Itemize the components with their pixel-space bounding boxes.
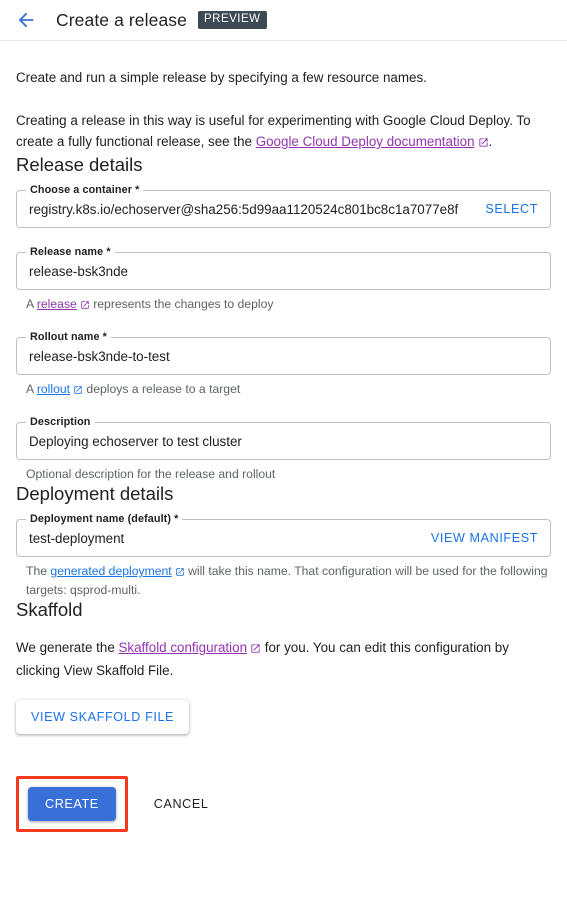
google-cloud-deploy-documentation-link[interactable]: Google Cloud Deploy documentation [256,134,475,149]
generated-deployment-link[interactable]: generated deployment [50,564,171,578]
open-in-new-icon [250,639,261,660]
arrow-back-icon[interactable] [14,8,38,32]
deployment-name-helper: The generated deployment will take this … [16,563,551,599]
view-manifest-button[interactable]: VIEW MANIFEST [431,531,538,545]
page-title: Create a release [56,9,187,30]
create-button-highlight: CREATE [16,776,128,832]
page-header: Create a release PREVIEW [0,0,567,41]
view-skaffold-file-button[interactable]: VIEW SKAFFOLD FILE [16,700,190,734]
release-doc-link[interactable]: release [37,297,77,311]
description-field-label: Description [26,416,95,428]
container-field[interactable]: Choose a container * registry.k8s.io/ech… [16,184,551,228]
open-in-new-icon [175,565,185,582]
intro-line-1: Create and run a simple release by speci… [16,70,427,85]
page-content: Create and run a simple release by speci… [0,67,567,832]
select-container-button[interactable]: SELECT [485,202,538,216]
skaffold-description: We generate the Skaffold configuration f… [16,637,551,681]
open-in-new-icon [80,298,90,315]
form-actions: CREATE CANCEL [16,776,551,832]
rollout-name-helper-suffix: deploys a release to a target [83,382,241,396]
preview-badge: PREVIEW [197,10,267,30]
description-field[interactable]: Description Deploying echoserver to test… [16,416,551,460]
container-field-label: Choose a container * [26,184,144,196]
deployment-name-field-label: Deployment name (default) * [26,513,183,525]
rollout-name-field-label: Rollout name * [26,331,111,343]
rollout-name-helper-prefix: A [26,382,37,396]
release-details-heading: Release details [16,154,143,175]
cancel-button[interactable]: CANCEL [140,787,223,821]
release-name-helper-prefix: A [26,297,37,311]
description-field-value: Deploying echoserver to test cluster [29,433,242,449]
rollout-doc-link[interactable]: rollout [37,382,70,396]
deployment-details-heading: Deployment details [16,483,174,504]
intro-line-2-suffix: . [488,134,493,149]
rollout-name-field[interactable]: Rollout name * release-bsk3nde-to-test [16,331,551,375]
skaffold-configuration-link[interactable]: Skaffold configuration [118,640,247,655]
release-name-helper: A release represents the changes to depl… [16,296,551,315]
skaffold-text-prefix: We generate the [16,640,119,655]
deployment-name-helper-prefix: The [26,564,51,578]
intro-line-2: Creating a release in this way is useful… [16,110,551,154]
deployment-name-field[interactable]: Deployment name (default) * test-deploym… [16,513,551,557]
open-in-new-icon [73,383,83,400]
release-name-field[interactable]: Release name * release-bsk3nde [16,246,551,290]
deployment-name-field-value: test-deployment [29,530,125,546]
release-name-field-label: Release name * [26,246,115,258]
open-in-new-icon [478,133,489,154]
release-name-helper-suffix: represents the changes to deploy [89,297,274,311]
rollout-name-field-value: release-bsk3nde-to-test [29,348,170,364]
create-button[interactable]: CREATE [28,787,116,821]
rollout-name-helper: A rollout deploys a release to a target [16,381,551,400]
container-field-value: registry.k8s.io/echoserver@sha256:5d99aa… [29,201,459,217]
description-helper: Optional description for the release and… [26,467,276,481]
release-name-field-value: release-bsk3nde [29,263,129,279]
skaffold-heading: Skaffold [16,599,83,620]
